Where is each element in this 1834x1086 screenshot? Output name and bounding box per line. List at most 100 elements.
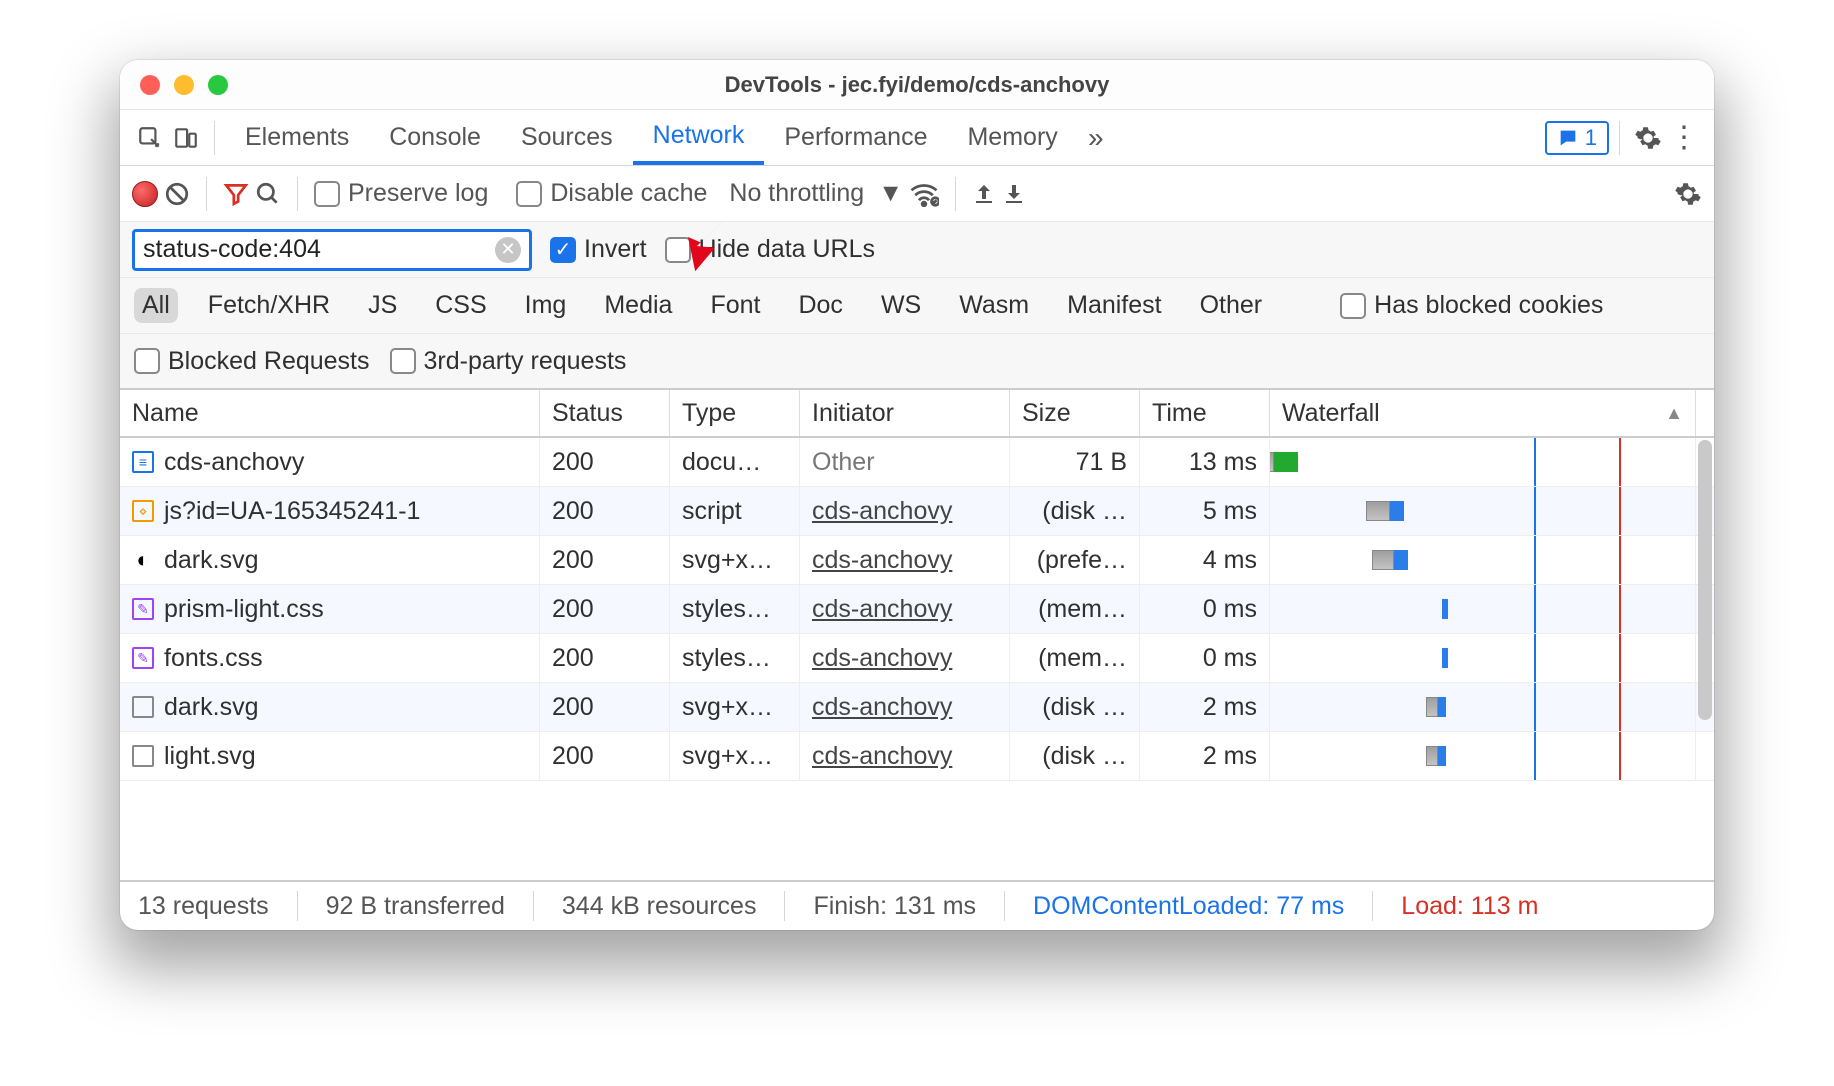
invert-checkbox[interactable]: ✓ Invert — [550, 235, 647, 264]
type-filter-img[interactable]: Img — [517, 288, 575, 323]
tab-sources[interactable]: Sources — [501, 110, 633, 165]
request-time: 2 ms — [1140, 683, 1270, 731]
vertical-scrollbar-thumb[interactable] — [1698, 440, 1712, 720]
throttling-select[interactable]: No throttling ▼ — [729, 179, 903, 208]
network-settings-gear-icon[interactable] — [1674, 180, 1702, 208]
disable-cache-checkbox[interactable]: Disable cache — [516, 179, 707, 208]
device-toolbar-icon[interactable] — [168, 125, 204, 151]
window-zoom-button[interactable] — [208, 75, 228, 95]
initiator-link[interactable]: cds-anchovy — [812, 546, 952, 575]
messages-count: 1 — [1585, 125, 1597, 151]
type-filter-wasm[interactable]: Wasm — [951, 288, 1037, 323]
col-name[interactable]: Name — [120, 390, 540, 436]
table-row[interactable]: dark.svg200svg+x…cds-anchovy(disk …2 ms — [120, 683, 1714, 732]
request-status: 200 — [540, 732, 670, 780]
chevron-down-icon: ▼ — [878, 179, 903, 208]
table-row[interactable]: light.svg200svg+x…cds-anchovy(disk …2 ms — [120, 732, 1714, 781]
tab-memory[interactable]: Memory — [947, 110, 1077, 165]
preserve-log-checkbox[interactable]: Preserve log — [314, 179, 488, 208]
summary-transferred: 92 B transferred — [326, 892, 505, 921]
type-filter-manifest[interactable]: Manifest — [1059, 288, 1169, 323]
request-size: 71 B — [1010, 438, 1140, 486]
upload-har-icon[interactable] — [972, 182, 996, 206]
request-status: 200 — [540, 634, 670, 682]
blocked-requests-label: Blocked Requests — [168, 347, 370, 376]
filter-input-wrap[interactable]: ✕ — [132, 229, 532, 271]
request-type: styles… — [670, 585, 800, 633]
initiator-link[interactable]: cds-anchovy — [812, 497, 952, 526]
table-row[interactable]: ◐dark.svg200svg+x…cds-anchovy(prefe…4 ms — [120, 536, 1714, 585]
window-minimize-button[interactable] — [174, 75, 194, 95]
type-filter-media[interactable]: Media — [596, 288, 680, 323]
initiator-text: Other — [812, 448, 875, 477]
table-row[interactable]: ≡cds-anchovy200docu…Other71 B13 ms — [120, 438, 1714, 487]
resource-type-filter-row: All Fetch/XHR JS CSS Img Media Font Doc WS Wasm Ma… — [120, 278, 1714, 334]
blocked-requests-checkbox[interactable]: Blocked Requests — [134, 347, 370, 376]
requests-table: Name Status Type Initiator Size Time Wat… — [120, 390, 1714, 880]
clear-icon[interactable] — [164, 181, 190, 207]
initiator-link[interactable]: cds-anchovy — [812, 595, 952, 624]
type-filter-doc[interactable]: Doc — [790, 288, 850, 323]
hide-data-urls-label: Hide data URLs — [699, 235, 875, 264]
tab-network[interactable]: Network — [633, 110, 765, 165]
checkbox-checked-icon: ✓ — [550, 237, 576, 263]
col-initiator[interactable]: Initiator — [800, 390, 1010, 436]
window-close-button[interactable] — [140, 75, 160, 95]
tab-console[interactable]: Console — [369, 110, 501, 165]
request-name: cds-anchovy — [164, 448, 304, 477]
type-filter-ws[interactable]: WS — [873, 288, 929, 323]
download-har-icon[interactable] — [1002, 182, 1026, 206]
more-tabs-chevron-icon[interactable]: » — [1078, 122, 1114, 154]
col-status[interactable]: Status — [540, 390, 670, 436]
filter-input[interactable] — [143, 235, 495, 264]
record-button[interactable] — [132, 181, 158, 207]
hide-data-urls-checkbox[interactable]: Hide data URLs — [665, 235, 875, 264]
request-time: 0 ms — [1140, 585, 1270, 633]
initiator-link[interactable]: cds-anchovy — [812, 693, 952, 722]
tab-elements[interactable]: Elements — [225, 110, 369, 165]
col-time[interactable]: Time — [1140, 390, 1270, 436]
request-type: script — [670, 487, 800, 535]
waterfall-cell — [1270, 585, 1696, 633]
request-time: 13 ms — [1140, 438, 1270, 486]
resource-type-filter-row-2: Blocked Requests 3rd-party requests — [120, 334, 1714, 390]
initiator-link[interactable]: cds-anchovy — [812, 644, 952, 673]
col-size[interactable]: Size — [1010, 390, 1140, 436]
waterfall-cell — [1270, 683, 1696, 731]
type-filter-css[interactable]: CSS — [427, 288, 494, 323]
clear-filter-icon[interactable]: ✕ — [495, 237, 521, 263]
third-party-requests-checkbox[interactable]: 3rd-party requests — [390, 347, 627, 376]
console-messages-badge[interactable]: 1 — [1545, 121, 1609, 155]
panel-tabs-bar: ElementsConsoleSourcesNetworkPerformance… — [120, 110, 1714, 166]
summary-resources: 344 kB resources — [562, 892, 757, 921]
settings-gear-icon[interactable] — [1630, 124, 1666, 152]
sort-caret-icon: ▲ — [1665, 403, 1683, 424]
request-type: svg+x… — [670, 732, 800, 780]
request-status: 200 — [540, 585, 670, 633]
kebab-menu-icon[interactable]: ⋮ — [1666, 120, 1702, 155]
search-icon[interactable] — [255, 181, 281, 207]
titlebar: DevTools - jec.fyi/demo/cds-anchovy — [120, 60, 1714, 110]
third-party-label: 3rd-party requests — [424, 347, 627, 376]
type-filter-js[interactable]: JS — [360, 288, 405, 323]
request-size: (mem… — [1010, 585, 1140, 633]
request-size: (disk … — [1010, 487, 1140, 535]
type-filter-font[interactable]: Font — [702, 288, 768, 323]
table-row[interactable]: ⋄js?id=UA-165345241-1200scriptcds-anchov… — [120, 487, 1714, 536]
tab-performance[interactable]: Performance — [764, 110, 947, 165]
col-waterfall[interactable]: Waterfall▲ — [1270, 390, 1696, 436]
type-filter-all[interactable]: All — [134, 288, 178, 323]
type-filter-fetchxhr[interactable]: Fetch/XHR — [200, 288, 338, 323]
inspect-element-icon[interactable] — [132, 125, 168, 151]
network-conditions-wifi-icon[interactable] — [909, 181, 939, 207]
table-row[interactable]: ✎prism-light.css200styles…cds-anchovy(me… — [120, 585, 1714, 634]
type-filter-other[interactable]: Other — [1192, 288, 1271, 323]
col-type[interactable]: Type — [670, 390, 800, 436]
filter-funnel-icon[interactable] — [223, 181, 249, 207]
initiator-link[interactable]: cds-anchovy — [812, 742, 952, 771]
summary-load: Load: 113 m — [1401, 892, 1538, 921]
summary-dcl: DOMContentLoaded: 77 ms — [1033, 892, 1344, 921]
table-row[interactable]: ✎fonts.css200styles…cds-anchovy(mem…0 ms — [120, 634, 1714, 683]
waterfall-cell — [1270, 732, 1696, 780]
has-blocked-cookies-checkbox[interactable]: Has blocked cookies — [1340, 291, 1603, 320]
